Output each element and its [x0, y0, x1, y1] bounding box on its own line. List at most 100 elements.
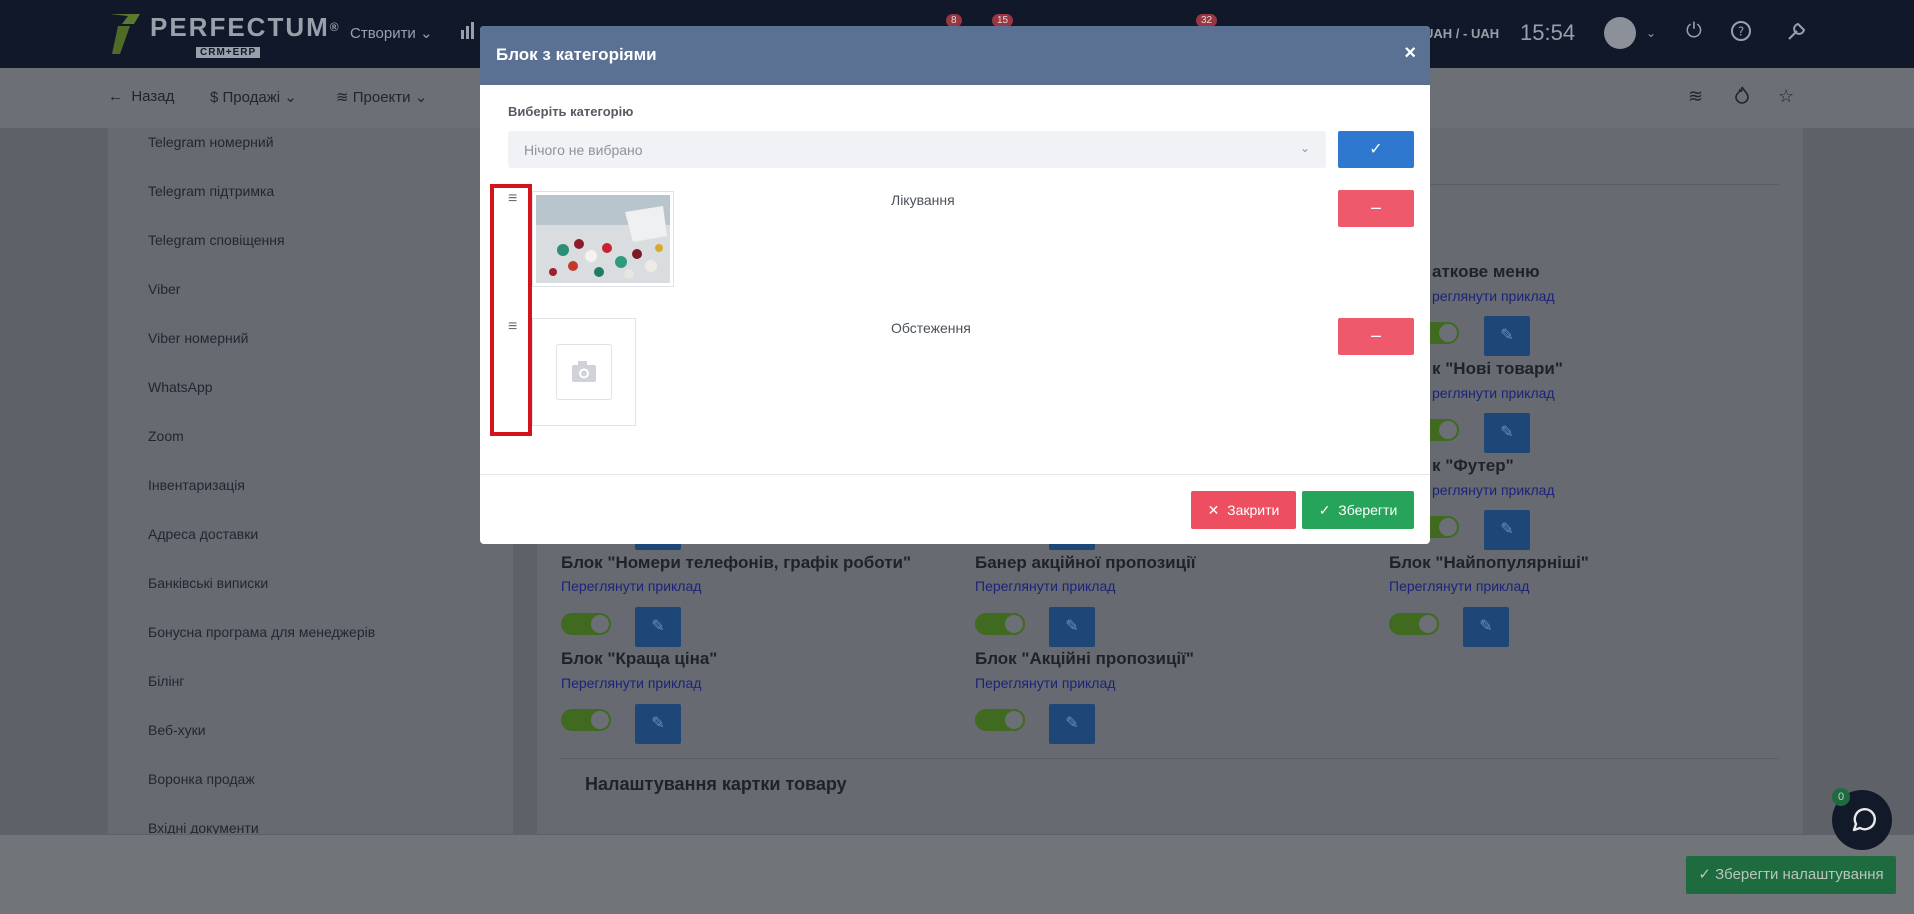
- sidebar-item-telegram-numbered[interactable]: Telegram номерний: [148, 134, 274, 150]
- close-icon: ✕: [1207, 502, 1220, 518]
- chat-unread-badge: 0: [1832, 788, 1850, 806]
- logo-mark-icon: [108, 12, 144, 56]
- chart-icon[interactable]: [460, 20, 482, 46]
- edit-button-partial-3[interactable]: ✎: [1484, 510, 1530, 550]
- chevron-down-icon: ⌄: [284, 89, 297, 106]
- image-placeholder: [556, 344, 612, 400]
- close-button[interactable]: ✕ Закрити: [1191, 491, 1296, 529]
- category-image-treatment: [532, 191, 674, 287]
- modal-title: Блок з категоріями: [496, 45, 657, 64]
- block-link-partial-1[interactable]: реглянути приклад: [1432, 288, 1555, 304]
- projects-label: Проекти: [352, 89, 411, 106]
- power-icon[interactable]: ⏻: [1686, 20, 1702, 43]
- settings-sidebar: Telegram номерний Telegram підтримка Tel…: [108, 128, 513, 914]
- sidebar-item-viber-numbered[interactable]: Viber номерний: [148, 330, 248, 346]
- sidebar-item-manager-bonus[interactable]: Бонусна програма для менеджерів: [148, 624, 375, 640]
- sidebar-item-billing[interactable]: Білінг: [148, 673, 184, 689]
- create-menu[interactable]: Створити ⌄: [350, 24, 433, 42]
- save-button[interactable]: ✓ Зберегти: [1302, 491, 1414, 529]
- edit-button-partial-1[interactable]: ✎: [1484, 316, 1530, 356]
- projects-menu[interactable]: ≋ Проекти ⌄: [336, 88, 427, 106]
- modal-footer-divider: [480, 474, 1430, 475]
- modal-header: Блок з категоріями ×: [480, 26, 1430, 85]
- sidebar-item-webhooks[interactable]: Веб-хуки: [148, 722, 206, 738]
- save-settings-button[interactable]: ✓ Зберегти налаштування: [1686, 856, 1896, 894]
- close-button-label: Закрити: [1227, 502, 1280, 518]
- edit-button-most-popular[interactable]: ✎: [1463, 607, 1509, 647]
- sales-menu[interactable]: $ Продажі ⌄: [210, 88, 297, 106]
- product-card-settings-title: Налаштування картки товару: [585, 774, 847, 794]
- chevron-down-icon: ⌄: [414, 89, 428, 106]
- save-settings-label: Зберегти налаштування: [1715, 866, 1884, 883]
- remove-category-button[interactable]: –: [1338, 190, 1414, 227]
- block-title-partial-2: к "Нові товари": [1432, 359, 1563, 378]
- back-button[interactable]: ← Назад: [108, 88, 174, 105]
- category-select-value: Нічого не вибрано: [524, 142, 643, 158]
- avatar[interactable]: [1604, 17, 1636, 49]
- toggle-best-price[interactable]: [561, 709, 611, 731]
- block-title-promo-banner: Банер акційної пропозиції: [975, 553, 1196, 572]
- toggle-promotions[interactable]: [975, 709, 1025, 731]
- block-link-promo-banner[interactable]: Переглянути приклад: [975, 578, 1115, 594]
- category-name-examination: Обстеження: [891, 320, 971, 336]
- sidebar-item-delivery-address[interactable]: Адреса доставки: [148, 526, 258, 542]
- block-link-phones[interactable]: Переглянути приклад: [561, 578, 701, 594]
- category-block-modal: Блок з категоріями × Виберіть категорію …: [480, 26, 1430, 544]
- logo-subtitle: CRM+ERP: [196, 47, 261, 58]
- block-title-partial-1: аткове меню: [1432, 262, 1540, 281]
- toggle-most-popular[interactable]: [1389, 613, 1439, 635]
- sidebar-item-zoom[interactable]: Zoom: [148, 428, 184, 444]
- category-name-treatment: Лікування: [891, 192, 955, 208]
- block-title-partial-3: к "Футер": [1432, 456, 1514, 475]
- block-title-best-price: Блок "Краща ціна": [561, 649, 718, 668]
- logo[interactable]: PERFECTUM® CRM+ERP: [108, 12, 341, 60]
- edit-button-promo-banner[interactable]: ✎: [1049, 607, 1095, 647]
- star-icon[interactable]: ☆: [1778, 86, 1794, 107]
- sales-label: Продажі: [222, 89, 281, 106]
- avatar-chevron-icon[interactable]: ⌄: [1646, 26, 1656, 40]
- toggle-phones[interactable]: [561, 613, 611, 635]
- drag-handle-icon[interactable]: ≡: [508, 190, 517, 208]
- block-link-partial-3[interactable]: реглянути приклад: [1432, 482, 1555, 498]
- sidebar-item-inventory[interactable]: Інвентаризація: [148, 477, 245, 493]
- svg-text:?: ?: [1738, 25, 1744, 39]
- drag-handle-icon[interactable]: ≡: [508, 318, 517, 336]
- camera-icon: [572, 361, 596, 382]
- bottom-action-bar: [0, 834, 1914, 914]
- edit-button-best-price[interactable]: ✎: [635, 704, 681, 744]
- currency-balance: UAH / - UAH: [1424, 26, 1500, 41]
- edit-button-promotions[interactable]: ✎: [1049, 704, 1095, 744]
- block-link-best-price[interactable]: Переглянути приклад: [561, 675, 701, 691]
- chevron-down-icon: ⌄: [1299, 141, 1310, 155]
- sidebar-item-bank-statements[interactable]: Банківські виписки: [148, 575, 268, 591]
- stack-icon[interactable]: ≋: [1688, 86, 1703, 107]
- add-category-button[interactable]: ✓: [1338, 131, 1414, 168]
- toggle-promo-banner[interactable]: [975, 613, 1025, 635]
- block-title-phones: Блок "Номери телефонів, графік роботи": [561, 553, 912, 572]
- sidebar-item-telegram-support[interactable]: Telegram підтримка: [148, 183, 274, 199]
- fire-icon[interactable]: [1734, 86, 1750, 109]
- sidebar-item-whatsapp[interactable]: WhatsApp: [148, 379, 213, 395]
- check-icon: ✓: [1698, 866, 1711, 883]
- category-image-placeholder-examination: [532, 318, 636, 426]
- close-icon[interactable]: ×: [1404, 42, 1416, 65]
- category-select[interactable]: Нічого не вибрано ⌄: [508, 131, 1326, 168]
- dollar-icon: $: [210, 89, 219, 106]
- minus-icon: –: [1370, 197, 1381, 217]
- block-link-most-popular[interactable]: Переглянути приклад: [1389, 578, 1529, 594]
- wrench-icon[interactable]: [1786, 20, 1808, 48]
- sidebar-item-viber[interactable]: Viber: [148, 281, 180, 297]
- category-field-label: Виберіть категорію: [508, 104, 634, 119]
- drag-handles-highlight: [490, 184, 532, 436]
- help-icon[interactable]: ?: [1730, 20, 1752, 48]
- edit-button-phones[interactable]: ✎: [635, 607, 681, 647]
- remove-category-button[interactable]: –: [1338, 318, 1414, 355]
- minus-icon: –: [1370, 325, 1381, 345]
- logo-title: PERFECTUM: [150, 12, 330, 42]
- block-link-promotions[interactable]: Переглянути приклад: [975, 675, 1115, 691]
- sidebar-item-telegram-notifications[interactable]: Telegram сповіщення: [148, 232, 285, 248]
- sidebar-item-sales-funnel[interactable]: Воронка продаж: [148, 771, 255, 787]
- edit-button-partial-2[interactable]: ✎: [1484, 413, 1530, 453]
- save-button-label: Зберегти: [1338, 502, 1398, 518]
- block-link-partial-2[interactable]: реглянути приклад: [1432, 385, 1555, 401]
